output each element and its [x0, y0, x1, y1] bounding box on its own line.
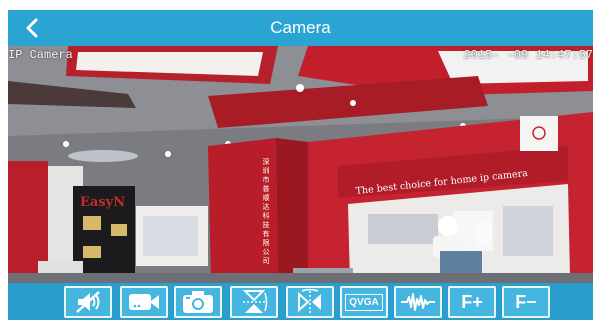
speaker-muted-icon — [76, 291, 100, 313]
header-bar: Camera — [8, 10, 593, 46]
video-camera-icon — [129, 294, 159, 310]
flip-vertical-icon — [242, 290, 268, 313]
camera-label-overlay: IP Camera — [8, 48, 73, 62]
resolution-button[interactable]: QVGA — [340, 286, 388, 318]
resolution-label: QVGA — [345, 293, 383, 311]
snapshot-button[interactable] — [174, 286, 222, 318]
flip-vertical-button[interactable] — [230, 286, 278, 318]
page-title: Camera — [270, 18, 331, 37]
focus-plus-button[interactable]: F+ — [448, 286, 496, 318]
camera-icon — [183, 291, 213, 313]
focus-plus-label: F+ — [461, 291, 483, 312]
scene-vertical-text: 深圳市普顺达科技有限公司 — [262, 157, 270, 266]
waveform-icon — [401, 293, 435, 311]
control-toolbar: QVGA F+ F− — [8, 283, 593, 320]
mirror-horizontal-button[interactable] — [286, 286, 334, 318]
timestamp-overlay: 2015- -09 14:47:57 — [463, 48, 593, 62]
mirror-horizontal-icon — [298, 289, 321, 313]
audio-mute-button[interactable] — [64, 286, 112, 318]
scene-brand-text: EasyN — [80, 195, 125, 210]
waveform-button[interactable] — [394, 286, 442, 318]
record-video-button[interactable] — [120, 286, 168, 318]
video-feed[interactable]: EasyN 深圳市普顺达科技有限公司 The best choice for h… — [8, 46, 593, 283]
focus-minus-button[interactable]: F− — [502, 286, 550, 318]
camera-scene-image: EasyN 深圳市普顺达科技有限公司 The best choice for h… — [8, 46, 593, 283]
focus-minus-label: F− — [515, 291, 537, 312]
camera-screen: Camera EasyN 深圳市普顺达科技有限公司 The best choic… — [8, 10, 593, 320]
